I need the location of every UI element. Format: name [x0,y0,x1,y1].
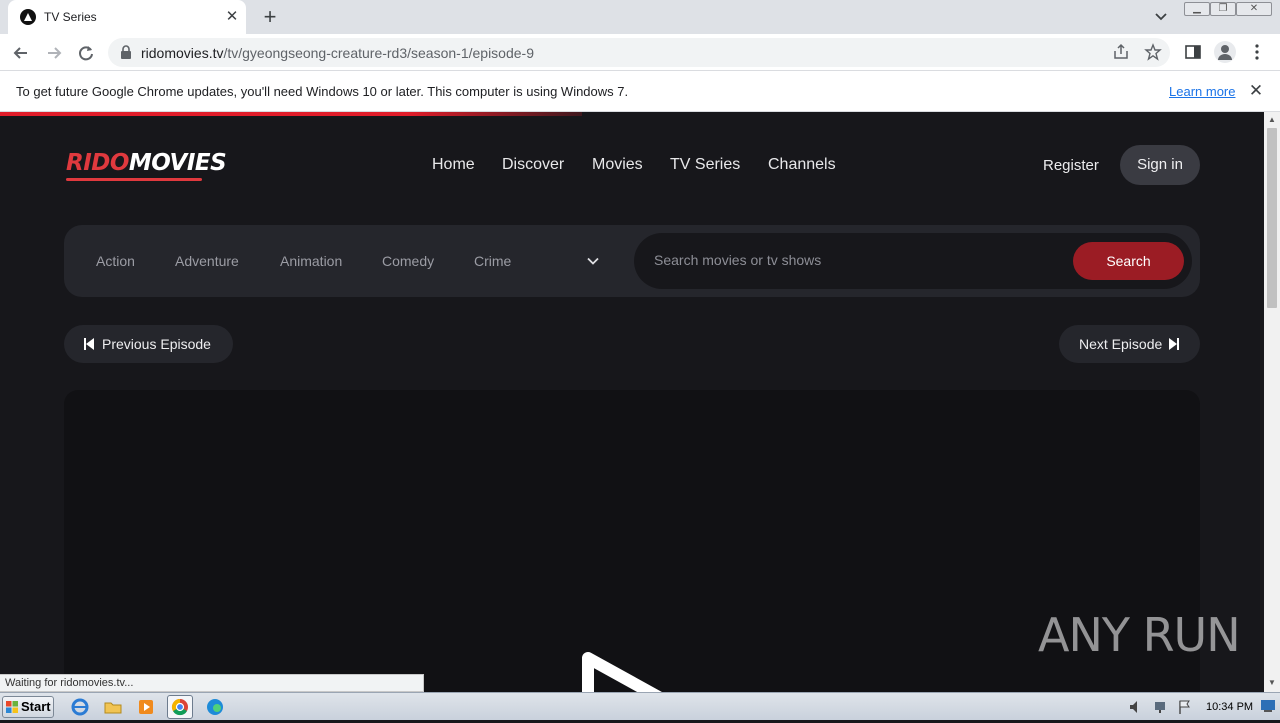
back-arrow-icon[interactable] [10,42,32,64]
action-center-flag-icon[interactable] [1177,699,1193,720]
url-text[interactable]: ridomovies.tv/tv/gyeongseong-creature-rd… [141,45,534,61]
learn-more-link[interactable]: Learn more [1169,84,1235,99]
scroll-down-arrow-icon[interactable]: ▼ [1268,679,1276,687]
logo-part2: MOVIES [128,150,227,176]
bookmark-star-icon[interactable] [1144,43,1162,66]
next-episode-label: Next Episode [1079,336,1163,352]
logo-part1: RIDO [66,150,129,176]
url-path: /tv/gyeongseong-creature-rd3/season-1/ep… [223,45,534,61]
url-host: ridomovies.tv [141,45,224,61]
nav-tv-series[interactable]: TV Series [670,156,740,174]
register-link[interactable]: Register [1043,157,1099,174]
show-desktop-icon[interactable] [1260,699,1276,718]
forward-arrow-icon[interactable] [43,42,65,64]
chrome-update-infobar: To get future Google Chrome updates, you… [0,71,1280,112]
scroll-thumb[interactable] [1267,128,1277,308]
genre-crime[interactable]: Crime [474,253,511,269]
anyrun-watermark: ANY RUN [1038,608,1241,662]
search-button[interactable]: Search [1073,242,1184,280]
genre-search-bar: Action Adventure Animation Comedy Crime … [64,225,1200,297]
browser-tab[interactable]: TV Series ✕ [8,0,246,34]
windows-flag-icon [6,701,18,713]
restore-window-icon[interactable]: ❐ [1210,2,1236,16]
site-favicon-icon [20,9,36,25]
chrome-menu-icon[interactable] [1252,43,1262,66]
tab-close-icon[interactable]: ✕ [222,7,242,27]
address-bar[interactable]: ridomovies.tv/tv/gyeongseong-creature-rd… [108,38,1170,67]
skip-forward-icon [1169,338,1179,350]
file-explorer-icon[interactable] [103,697,123,717]
video-player[interactable] [64,390,1200,692]
page-scrollbar[interactable]: ▲ ▼ [1264,112,1280,692]
volume-icon[interactable] [1128,699,1144,720]
next-episode-button[interactable]: Next Episode [1059,325,1200,363]
genre-comedy[interactable]: Comedy [382,253,434,269]
new-tab-icon[interactable]: + [258,5,282,29]
nav-discover[interactable]: Discover [502,156,564,174]
genre-more-chevron-icon[interactable] [586,254,600,268]
internet-explorer-icon[interactable] [70,697,90,717]
media-player-icon[interactable] [136,697,156,717]
taskbar-clock[interactable]: 10:34 PM [1206,701,1253,713]
infobar-close-icon[interactable]: ✕ [1246,81,1266,101]
previous-episode-button[interactable]: Previous Episode [64,325,233,363]
edge-icon[interactable] [205,697,225,717]
skip-back-icon [84,338,94,350]
logo-underline [66,178,202,181]
genre-action[interactable]: Action [96,253,135,269]
windows-taskbar: Start 10:34 PM [0,692,1280,720]
page-viewport: RIDOMOVIES Home Discover Movies TV Serie… [0,112,1264,692]
start-button[interactable]: Start [2,696,54,718]
page-loading-bar [0,112,582,116]
nav-home[interactable]: Home [432,156,475,174]
lock-icon[interactable] [120,45,132,59]
previous-episode-label: Previous Episode [102,336,211,352]
genre-animation[interactable]: Animation [280,253,342,269]
close-window-icon[interactable]: ✕ [1236,2,1272,16]
profile-avatar-icon[interactable] [1214,41,1236,63]
loading-status-bubble: Waiting for ridomovies.tv... [0,674,424,692]
share-icon[interactable] [1112,43,1130,66]
network-icon[interactable] [1153,699,1169,720]
minimize-window-icon[interactable]: ▁ [1184,2,1210,16]
side-panel-icon[interactable] [1184,43,1202,66]
search-input[interactable] [654,252,1054,268]
sign-in-button[interactable]: Sign in [1120,145,1200,185]
chrome-taskbar-icon[interactable] [167,695,193,719]
play-icon[interactable] [580,650,670,692]
tab-title: TV Series [44,10,97,24]
scroll-up-arrow-icon[interactable]: ▲ [1268,116,1276,124]
browser-toolbar: ridomovies.tv/tv/gyeongseong-creature-rd… [0,34,1280,71]
nav-channels[interactable]: Channels [768,156,836,174]
start-label: Start [21,699,51,714]
search-box: Search [634,233,1192,289]
tab-search-chevron-icon[interactable] [1152,8,1170,26]
nav-movies[interactable]: Movies [592,156,643,174]
browser-tab-strip: TV Series ✕ + ▁ ❐ ✕ [0,0,1280,34]
reload-icon[interactable] [75,42,97,64]
genre-adventure[interactable]: Adventure [175,253,239,269]
infobar-message: To get future Google Chrome updates, you… [16,84,629,99]
site-logo[interactable]: RIDOMOVIES [66,150,227,176]
